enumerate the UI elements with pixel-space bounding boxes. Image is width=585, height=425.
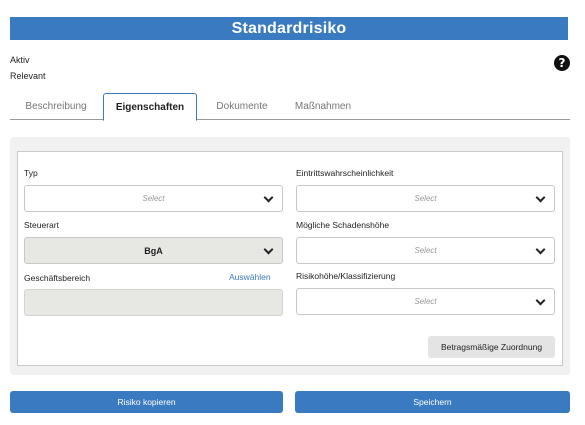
geschaeftsbereich-field <box>24 289 283 316</box>
tab-beschreibung[interactable]: Beschreibung <box>16 93 96 120</box>
typ-select[interactable]: Select <box>24 185 283 212</box>
schaden-select-value: Select <box>414 246 437 255</box>
typ-select-value: Select <box>142 194 165 203</box>
eintritt-label: Eintrittswahrscheinlichkeit <box>296 168 394 178</box>
risikohoehe-select[interactable]: Select <box>296 288 555 315</box>
risiko-kopieren-button[interactable]: Risiko kopieren <box>10 391 283 413</box>
steuerart-label: Steuerart <box>24 220 59 230</box>
chevron-down-icon <box>263 192 274 203</box>
page-title: Standardrisiko <box>10 17 568 40</box>
risikohoehe-label: Risikohöhe/Klassifizierung <box>296 271 396 281</box>
tab-eigenschaften[interactable]: Eigenschaften <box>103 93 197 121</box>
eintritt-select-value: Select <box>414 194 437 203</box>
chevron-down-icon <box>263 244 274 255</box>
status-relevant: Relevant <box>10 71 46 81</box>
chevron-down-icon <box>535 192 546 203</box>
eintritt-select[interactable]: Select <box>296 185 555 212</box>
risikohoehe-select-value: Select <box>414 297 437 306</box>
tab-bar: Beschreibung Eigenschaften Dokumente Maß… <box>10 93 570 121</box>
betragsmaessige-zuordnung-button[interactable]: Betragsmäßige Zuordnung <box>428 336 555 358</box>
status-active: Aktiv <box>10 55 30 65</box>
schaden-select[interactable]: Select <box>296 237 555 264</box>
speichern-button[interactable]: Speichern <box>295 391 570 413</box>
chevron-down-icon <box>535 244 546 255</box>
steuerart-select-value: BgA <box>144 245 163 256</box>
tab-dokumente[interactable]: Dokumente <box>206 93 278 120</box>
tab-massnahmen[interactable]: Maßnahmen <box>286 93 360 120</box>
steuerart-select[interactable]: BgA <box>24 237 283 264</box>
help-icon[interactable]: ? <box>554 55 570 71</box>
typ-label: Typ <box>24 168 38 178</box>
chevron-down-icon <box>535 295 546 306</box>
auswaehlen-link[interactable]: Auswählen <box>229 272 271 282</box>
geschaeftsbereich-label: Geschäftsbereich <box>24 273 91 283</box>
schaden-label: Mögliche Schadenshöhe <box>296 220 390 230</box>
